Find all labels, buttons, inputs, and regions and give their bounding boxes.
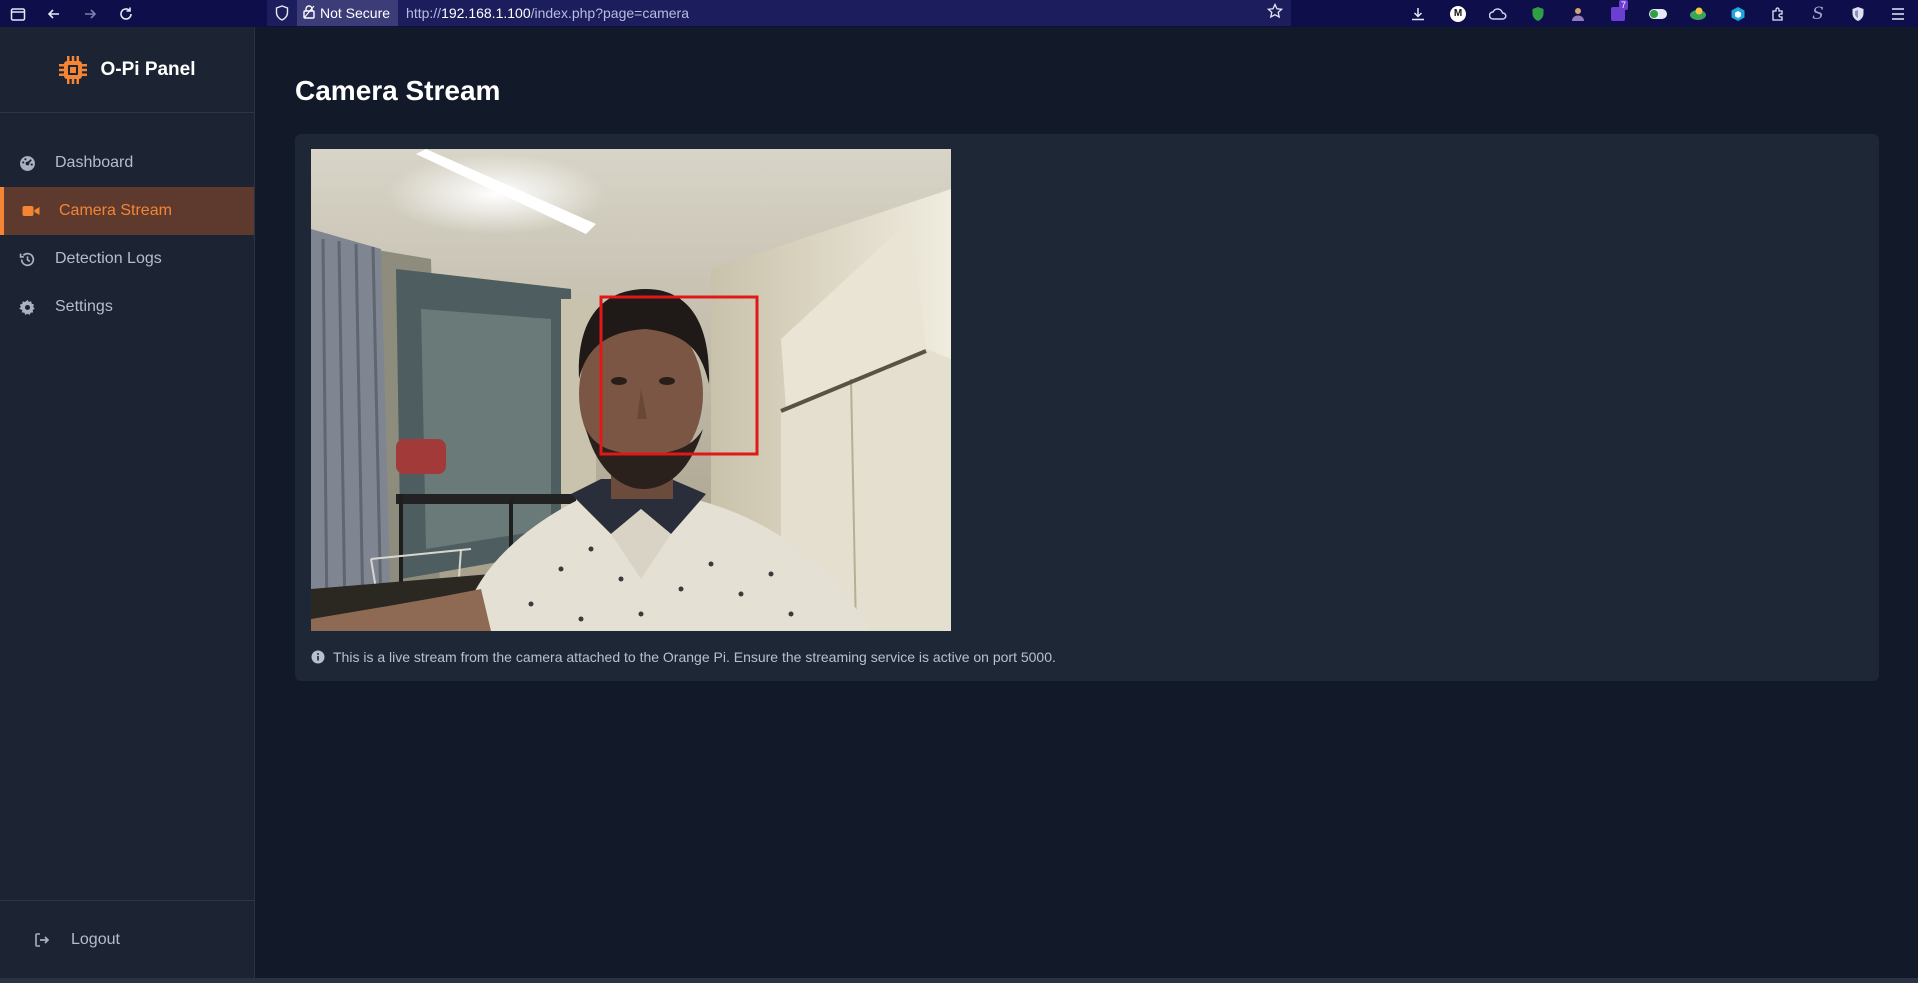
shield-green-extension-icon[interactable] [1518,0,1558,27]
browser-toolbar: Not Secure http://192.168.1.100/index.ph… [0,0,1918,27]
m-extension-icon[interactable]: M [1438,0,1478,27]
history-icon [18,250,36,268]
main-content: Camera Stream This is a live stream from… [256,27,1918,978]
url-bar[interactable]: Not Secure http://192.168.1.100/index.ph… [267,0,1291,26]
sidebar-item-camera-stream[interactable]: Camera Stream [0,187,254,235]
reload-icon[interactable] [108,0,144,27]
menu-icon[interactable] [1878,0,1918,27]
page-title: Camera Stream [295,75,501,106]
page-bottom-edge [0,978,1918,983]
gear-icon [18,298,36,316]
brand[interactable]: O-Pi Panel [0,27,254,113]
sidebar-item-settings[interactable]: Settings [0,283,254,331]
sidebar: O-Pi Panel Dashboard Camera Stream Detec… [0,27,255,978]
security-indicator[interactable]: Not Secure [297,0,399,26]
forward-icon[interactable] [72,0,108,27]
shield-extension-icon[interactable] [1838,0,1878,27]
sidebar-item-dashboard[interactable]: Dashboard [0,139,254,187]
lock-icon [303,4,315,22]
info-text: This is a live stream from the camera at… [333,649,1056,665]
info-circle-icon [311,650,325,664]
logout-label: Logout [71,930,120,948]
url-path: /index.php?page=camera [530,5,690,21]
extension-toolbar: M 7 S [1398,0,1918,27]
video-camera-icon [22,202,40,220]
security-label: Not Secure [320,5,391,21]
cube-extension-icon[interactable] [1718,0,1758,27]
extension-badge-count: 7 [1618,0,1628,10]
cloud-extension-icon[interactable] [1478,0,1518,27]
camera-card: This is a live stream from the camera at… [295,134,1879,681]
camera-frame [311,149,951,631]
cpu-chip-icon [59,55,88,84]
sidebar-item-label: Settings [55,298,113,315]
gauge-icon [18,154,36,172]
sidebar-item-label: Camera Stream [59,202,172,219]
sidebar-nav: Dashboard Camera Stream Detection Logs S… [0,139,254,331]
stream-info-note: This is a live stream from the camera at… [311,649,1056,665]
logout-button[interactable]: Logout [0,900,254,978]
s-extension-icon[interactable]: S [1798,0,1838,27]
toggle-extension-icon[interactable] [1638,0,1678,27]
globe-extension-icon[interactable] [1678,0,1718,27]
tab-overview-icon[interactable] [0,0,36,27]
camera-stream-image[interactable] [311,149,951,631]
back-icon[interactable] [36,0,72,27]
url-host: 192.168.1.100 [441,5,531,21]
sign-out-icon [34,931,52,949]
purple-extension-icon[interactable]: 7 [1598,0,1638,27]
url-text[interactable]: http://192.168.1.100/index.php?page=came… [406,5,689,21]
bookmark-star-icon[interactable] [1266,2,1284,24]
sidebar-item-label: Dashboard [55,154,134,171]
puzzle-icon[interactable] [1758,0,1798,27]
download-icon[interactable] [1398,0,1438,27]
person-extension-icon[interactable] [1558,0,1598,27]
tracking-shield-icon[interactable] [267,5,297,21]
url-prefix: http:// [406,5,442,21]
brand-name: O-Pi Panel [100,58,196,80]
sidebar-item-label: Detection Logs [55,250,162,267]
sidebar-item-detection-logs[interactable]: Detection Logs [0,235,254,283]
